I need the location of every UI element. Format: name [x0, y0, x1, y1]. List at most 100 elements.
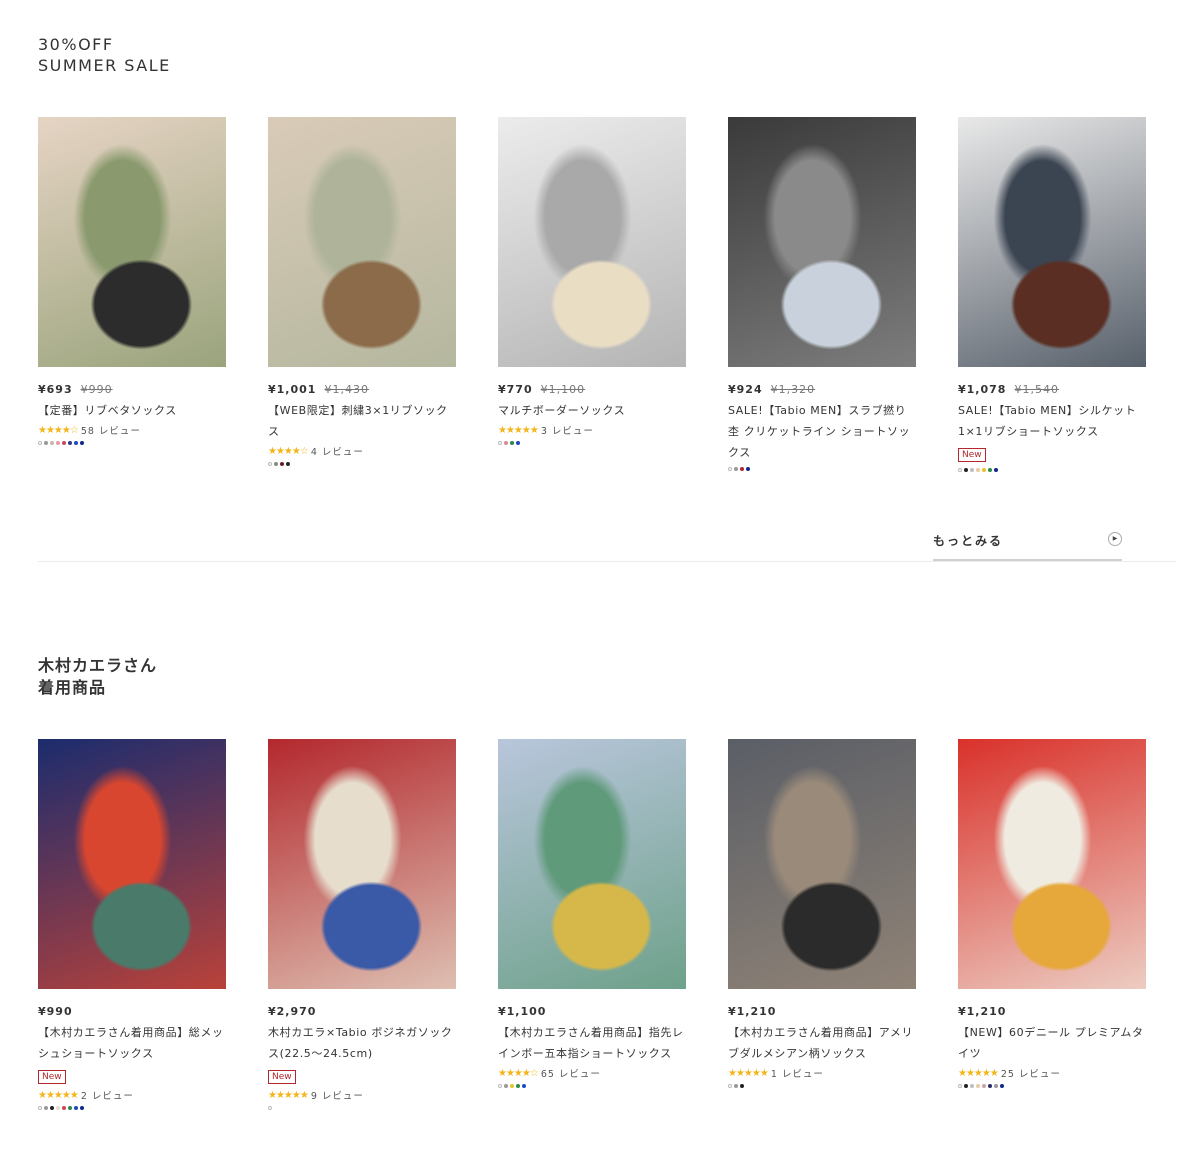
product-image[interactable] — [498, 739, 686, 989]
color-swatch[interactable] — [982, 468, 986, 472]
color-swatch[interactable] — [56, 441, 60, 445]
color-swatch[interactable] — [74, 1106, 78, 1110]
color-swatch[interactable] — [504, 441, 508, 445]
product-name-link[interactable]: 【木村カエラさん着用商品】総メッシュショートソックス — [38, 1022, 226, 1064]
color-swatch[interactable] — [988, 468, 992, 472]
product-name-link[interactable]: 【木村カエラさん着用商品】指先レインボー五本指ショートソックス — [498, 1022, 686, 1064]
color-swatch[interactable] — [964, 1084, 968, 1088]
product-card[interactable]: ¥2,970 木村カエラ×Tabio ボジネガソックス(22.5〜24.5cm) N… — [268, 739, 456, 1111]
star-rating-icon: ★★★★★ — [728, 1067, 769, 1079]
color-swatches — [498, 441, 686, 446]
color-swatch[interactable] — [56, 1106, 60, 1110]
color-swatch[interactable] — [74, 441, 78, 445]
product-image[interactable] — [268, 117, 456, 367]
color-swatch[interactable] — [994, 1084, 998, 1088]
color-swatch[interactable] — [62, 441, 66, 445]
product-image[interactable] — [38, 739, 226, 989]
rating[interactable]: ★★★★★ 2 レビュー — [38, 1088, 226, 1103]
color-swatch[interactable] — [268, 1106, 272, 1110]
product-card[interactable]: ¥1,100 【木村カエラさん着用商品】指先レインボー五本指ショートソックス ★★★… — [498, 739, 686, 1111]
color-swatch[interactable] — [498, 1084, 502, 1088]
color-swatch[interactable] — [268, 462, 272, 466]
color-swatch[interactable] — [976, 1084, 980, 1088]
color-swatch[interactable] — [1000, 1084, 1004, 1088]
rating[interactable]: ★★★★★ 1 レビュー — [728, 1066, 916, 1081]
section-title-kaela: 木村カエラさん 着用商品 — [38, 655, 1176, 699]
color-swatch[interactable] — [80, 441, 84, 445]
color-swatch[interactable] — [988, 1084, 992, 1088]
product-card[interactable]: ¥1,210 【木村カエラさん着用商品】アメリブダルメシアン柄ソックス ★★★★★ 1… — [728, 739, 916, 1111]
color-swatch[interactable] — [976, 468, 980, 472]
product-name-link[interactable]: 木村カエラ×Tabio ボジネガソックス(22.5〜24.5cm) — [268, 1022, 456, 1064]
product-image[interactable] — [728, 117, 916, 367]
color-swatch[interactable] — [740, 467, 744, 471]
product-card[interactable]: ¥924 ¥1,320 SALE!【Tabio MEN】スラブ撚り杢 クリケットライ… — [728, 117, 916, 473]
color-swatch[interactable] — [982, 1084, 986, 1088]
color-swatch[interactable] — [44, 1106, 48, 1110]
color-swatch[interactable] — [280, 462, 284, 466]
color-swatch[interactable] — [994, 468, 998, 472]
product-name-link[interactable]: SALE!【Tabio MEN】シルケット1×1リブショートソックス — [958, 400, 1146, 442]
product-name-link[interactable]: 【NEW】60デニール プレミアムタイツ — [958, 1022, 1146, 1064]
product-name-link[interactable]: 【木村カエラさん着用商品】アメリブダルメシアン柄ソックス — [728, 1022, 916, 1064]
color-swatch[interactable] — [728, 1084, 732, 1088]
rating[interactable]: ★★★★☆ 58 レビュー — [38, 423, 226, 438]
product-name-link[interactable]: 【WEB限定】刺繍3×1リブソックス — [268, 400, 456, 442]
product-card[interactable]: ¥990 【木村カエラさん着用商品】総メッシュショートソックス New ★★★★★ 2 … — [38, 739, 226, 1111]
price: ¥1,100 — [498, 1005, 547, 1018]
product-card[interactable]: ¥1,078 ¥1,540 SALE!【Tabio MEN】シルケット1×1リブショ… — [958, 117, 1146, 473]
see-more-button[interactable]: もっとみる ▶ — [933, 530, 1122, 562]
color-swatch[interactable] — [38, 441, 42, 445]
color-swatch[interactable] — [38, 1106, 42, 1110]
color-swatch[interactable] — [80, 1106, 84, 1110]
color-swatch[interactable] — [274, 462, 278, 466]
product-card[interactable]: ¥1,001 ¥1,430 【WEB限定】刺繍3×1リブソックス ★★★★☆ 4 レビュ… — [268, 117, 456, 473]
color-swatch[interactable] — [970, 468, 974, 472]
color-swatch[interactable] — [286, 462, 290, 466]
star-rating-icon: ★★★★★ — [498, 424, 539, 436]
color-swatch[interactable] — [958, 1084, 962, 1088]
color-swatch[interactable] — [740, 1084, 744, 1088]
color-swatch[interactable] — [68, 1106, 72, 1110]
color-swatch[interactable] — [510, 1084, 514, 1088]
color-swatch[interactable] — [734, 467, 738, 471]
product-image[interactable] — [268, 739, 456, 989]
color-swatch[interactable] — [964, 468, 968, 472]
color-swatch[interactable] — [970, 1084, 974, 1088]
color-swatch[interactable] — [746, 467, 750, 471]
color-swatch[interactable] — [516, 441, 520, 445]
color-swatch[interactable] — [734, 1084, 738, 1088]
rating[interactable]: ★★★★☆ 4 レビュー — [268, 444, 456, 459]
product-card[interactable]: ¥1,210 【NEW】60デニール プレミアムタイツ ★★★★★ 25 レビュー — [958, 739, 1146, 1111]
new-badge: New — [268, 1070, 296, 1084]
color-swatch[interactable] — [504, 1084, 508, 1088]
product-card[interactable]: ¥770 ¥1,100 マルチボーダーソックス ★★★★★ 3 レビュー — [498, 117, 686, 473]
color-swatch[interactable] — [68, 441, 72, 445]
product-name-link[interactable]: 【定番】リブベタソックス — [38, 400, 226, 421]
rating[interactable]: ★★★★★ 25 レビュー — [958, 1066, 1146, 1081]
color-swatch[interactable] — [510, 441, 514, 445]
product-name-link[interactable]: マルチボーダーソックス — [498, 400, 686, 421]
color-swatch[interactable] — [50, 441, 54, 445]
color-swatch[interactable] — [44, 441, 48, 445]
new-badge: New — [38, 1070, 66, 1084]
rating[interactable]: ★★★★★ 9 レビュー — [268, 1088, 456, 1103]
product-image[interactable] — [728, 739, 916, 989]
product-image[interactable] — [38, 117, 226, 367]
color-swatch[interactable] — [958, 468, 962, 472]
color-swatch[interactable] — [516, 1084, 520, 1088]
product-image[interactable] — [958, 117, 1146, 367]
product-image[interactable] — [498, 117, 686, 367]
color-swatch[interactable] — [50, 1106, 54, 1110]
rating[interactable]: ★★★★☆ 65 レビュー — [498, 1066, 686, 1081]
color-swatch[interactable] — [498, 441, 502, 445]
product-name-link[interactable]: SALE!【Tabio MEN】スラブ撚り杢 クリケットライン ショートソックス — [728, 400, 916, 463]
color-swatch[interactable] — [522, 1084, 526, 1088]
color-swatch[interactable] — [62, 1106, 66, 1110]
title-line-1: 木村カエラさん — [38, 656, 158, 675]
rating[interactable]: ★★★★★ 3 レビュー — [498, 423, 686, 438]
product-card[interactable]: ¥693 ¥990 【定番】リブベタソックス ★★★★☆ 58 レビュー — [38, 117, 226, 473]
original-price: ¥1,320 — [770, 383, 816, 396]
color-swatch[interactable] — [728, 467, 732, 471]
product-image[interactable] — [958, 739, 1146, 989]
